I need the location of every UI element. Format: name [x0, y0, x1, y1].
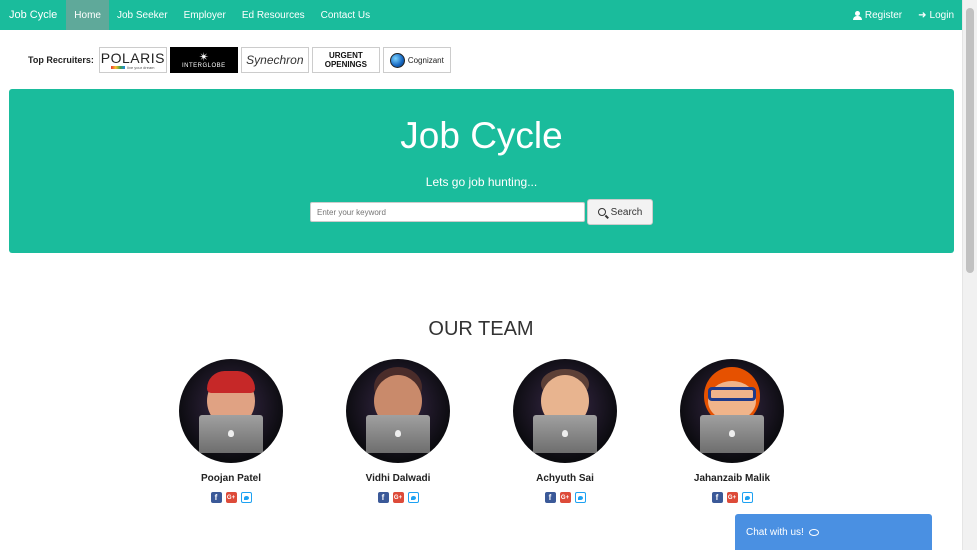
avatar [346, 359, 450, 463]
page-scrollbar[interactable] [962, 0, 977, 550]
social-links: f G+ [343, 492, 453, 503]
polaris-color-bar [111, 65, 126, 69]
avatar [513, 359, 617, 463]
nav-job-seeker[interactable]: Job Seeker [109, 0, 176, 30]
search-icon [597, 208, 606, 216]
recruiter-logo-cognizant[interactable]: Cognizant [382, 47, 451, 73]
memoji-cap [207, 371, 255, 393]
team-member-card: Poojan Patel f G+ [176, 359, 286, 503]
login-label: Login [929, 9, 954, 21]
recruiter-logo-synechron[interactable]: Synechron [240, 47, 309, 73]
login-link[interactable]: ➜ Login [910, 0, 962, 30]
twitter-icon[interactable] [574, 492, 586, 503]
globe-icon [389, 52, 405, 68]
laptop-icon [700, 415, 764, 453]
facebook-icon[interactable]: f [544, 492, 556, 503]
nav-contact-us[interactable]: Contact Us [313, 0, 378, 30]
hero-title: Job Cycle [400, 115, 563, 156]
google-plus-icon[interactable]: G+ [225, 492, 237, 503]
social-links: f G+ [510, 492, 620, 503]
register-link[interactable]: Register [845, 0, 910, 30]
interglobe-star-icon: ✴ [198, 50, 209, 64]
keyword-search-input[interactable] [310, 202, 585, 222]
brand-link[interactable]: Job Cycle [0, 0, 66, 30]
laptop-icon [199, 415, 263, 453]
member-name: Poojan Patel [200, 473, 261, 484]
polaris-name: POLARIS [100, 49, 165, 66]
google-plus-icon[interactable]: G+ [726, 492, 738, 503]
chat-bubble-icon [808, 528, 819, 536]
interglobe-name: INTERGLOBE [182, 63, 226, 69]
user-icon [852, 10, 862, 20]
nav-right: Register ➜ Login [845, 0, 962, 30]
facebook-icon[interactable]: f [210, 492, 222, 503]
hero-banner: Job Cycle Lets go job hunting... Search [9, 89, 954, 253]
recruiters-label: Top Recruiters: [28, 55, 94, 65]
team-member-card: Jahanzaib Malik f G+ [677, 359, 787, 503]
recruiter-logo-polaris[interactable]: POLARIS live your dream [98, 47, 167, 73]
scrollbar-thumb[interactable] [966, 8, 974, 273]
search-button[interactable]: Search [587, 199, 653, 225]
urgent-openings-text: URGENT OPENINGS [324, 51, 367, 69]
facebook-icon[interactable]: f [711, 492, 723, 503]
google-plus-icon[interactable]: G+ [559, 492, 571, 503]
social-links: f G+ [176, 492, 286, 503]
twitter-icon[interactable] [240, 492, 252, 503]
chat-widget-button[interactable]: Chat with us! [735, 514, 932, 550]
navbar: Job Cycle Home Job Seeker Employer Ed Re… [0, 0, 962, 30]
member-name: Achyuth Sai [536, 473, 594, 484]
laptop-icon [366, 415, 430, 453]
nav-ed-resources[interactable]: Ed Resources [234, 0, 313, 30]
team-member-card: Vidhi Dalwadi f G+ [343, 359, 453, 503]
avatar [680, 359, 784, 463]
laptop-icon [533, 415, 597, 453]
nav-home[interactable]: Home [66, 0, 109, 30]
avatar [179, 359, 283, 463]
login-icon: ➜ [918, 9, 927, 21]
register-label: Register [864, 9, 903, 21]
member-name: Vidhi Dalwadi [365, 473, 431, 484]
top-recruiters: Top Recruiters: POLARIS live your dream … [28, 47, 451, 73]
nav-employer[interactable]: Employer [176, 0, 234, 30]
social-links: f G+ [677, 492, 787, 503]
google-plus-icon[interactable]: G+ [392, 492, 404, 503]
recruiter-logo-urgent-openings[interactable]: URGENT OPENINGS [311, 47, 380, 73]
cognizant-name: Cognizant [407, 55, 444, 65]
team-member-card: Achyuth Sai f G+ [510, 359, 620, 503]
member-name: Jahanzaib Malik [693, 473, 771, 484]
twitter-icon[interactable] [741, 492, 753, 503]
memoji-glasses [708, 387, 756, 401]
hero-subtitle: Lets go job hunting... [425, 175, 538, 189]
chat-label: Chat with us! [746, 526, 804, 538]
twitter-icon[interactable] [407, 492, 419, 503]
facebook-icon[interactable]: f [377, 492, 389, 503]
team-heading: OUR TEAM [428, 318, 534, 340]
synechron-name: Synechron [246, 53, 304, 67]
search-button-label: Search [610, 206, 643, 218]
polaris-tagline: live your dream [127, 64, 155, 70]
recruiter-logo-interglobe[interactable]: ✴ INTERGLOBE [169, 47, 238, 73]
